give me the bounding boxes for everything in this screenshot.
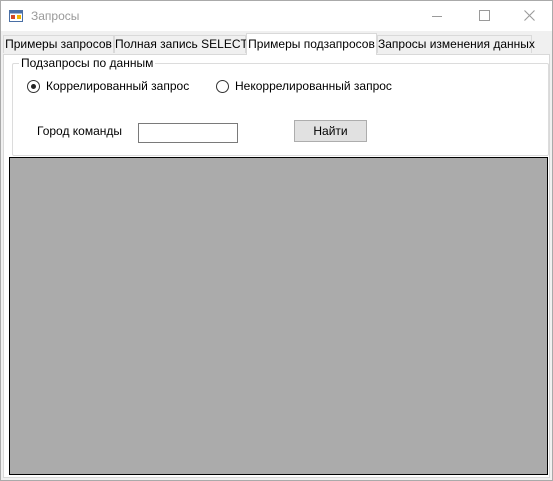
tab-full-select[interactable]: Полная запись SELECT [114, 35, 248, 53]
title-bar[interactable]: Запросы [1, 1, 552, 31]
radio-unchecked-icon [216, 80, 229, 93]
group-caption: Подзапросы по данным [19, 56, 156, 70]
results-grid[interactable] [9, 157, 548, 475]
tab-query-examples[interactable]: Примеры запросов [3, 35, 114, 53]
main-window: Запросы Примеры запросов Полная запись S… [0, 0, 553, 481]
radio-checked-icon [27, 80, 40, 93]
city-input[interactable] [138, 123, 238, 143]
maximize-icon [479, 10, 490, 21]
close-button[interactable] [507, 1, 553, 31]
tab-page-subqueries: Подзапросы по данным Коррелированный зап… [3, 54, 550, 478]
maximize-button[interactable] [461, 1, 507, 31]
city-label: Город команды [37, 124, 123, 138]
radio-correlated[interactable]: Коррелированный запрос [27, 79, 197, 95]
window-title: Запросы [31, 9, 80, 23]
radio-uncorrelated[interactable]: Некоррелированный запрос [216, 79, 396, 95]
find-button[interactable]: Найти [294, 120, 367, 142]
radio-uncorrelated-label: Некоррелированный запрос [235, 79, 392, 93]
tab-data-modification[interactable]: Запросы изменения данных [377, 35, 535, 53]
close-icon [524, 10, 535, 21]
minimize-button[interactable] [415, 1, 461, 31]
form-app-icon [9, 10, 23, 22]
tab-strip: Примеры запросов Полная запись SELECT Пр… [3, 33, 551, 55]
radio-correlated-label: Коррелированный запрос [46, 79, 190, 93]
tab-subquery-examples[interactable]: Примеры подзапросов [246, 33, 377, 55]
minimize-icon [432, 16, 442, 17]
subquery-groupbox: Подзапросы по данным Коррелированный зап… [12, 56, 549, 156]
